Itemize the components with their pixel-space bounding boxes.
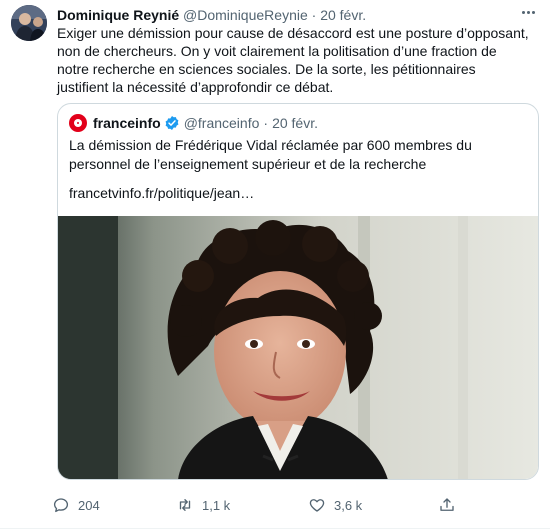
tweet-actions: 204 1,1 k 3,6 k (52, 494, 472, 516)
reply-button[interactable]: 204 (52, 494, 100, 516)
quoted-author-name[interactable]: franceinfo (93, 114, 161, 132)
reply-icon (53, 498, 69, 513)
quoted-date[interactable]: 20 févr. (272, 114, 318, 132)
author-name[interactable]: Dominique Reynié (57, 7, 179, 23)
retweet-icon (179, 499, 191, 511)
quoted-separator: · (263, 115, 269, 131)
reply-count: 204 (78, 497, 100, 513)
like-icon (309, 499, 325, 512)
quoted-link[interactable]: francetvinfo.fr/politique/jean… (69, 184, 254, 202)
quoted-author-handle[interactable]: @franceinfo (184, 114, 260, 132)
tweet-header: Dominique Reynié @DominiqueReynie · 20 f… (57, 6, 540, 24)
author-handle[interactable]: @DominiqueReynie (183, 7, 308, 23)
header-separator: · (311, 7, 317, 23)
tweet-date[interactable]: 20 févr. (320, 7, 366, 23)
quoted-text: La démission de Frédérique Vidal réclamé… (69, 137, 472, 172)
franceinfo-avatar[interactable] (69, 114, 87, 132)
quoted-photo[interactable] (58, 216, 538, 479)
more-icon[interactable] (514, 3, 542, 21)
tweet[interactable]: Dominique Reynié @DominiqueReynie · 20 f… (0, 0, 550, 529)
retweet-count: 1,1 k (202, 497, 231, 513)
share-icon (440, 498, 454, 511)
share-button[interactable] (438, 494, 464, 516)
author-avatar[interactable] (11, 5, 47, 41)
quoted-tweet[interactable]: franceinfo @franceinfo · 20 févr. La dém… (57, 103, 539, 480)
like-count: 3,6 k (334, 497, 363, 513)
verified-icon (165, 116, 179, 130)
retweet-button[interactable]: 1,1 k (176, 494, 230, 516)
tweet-text: Exiger une démission pour cause de désac… (57, 25, 529, 95)
quoted-header: franceinfo @franceinfo · 20 févr. (69, 114, 318, 132)
like-button[interactable]: 3,6 k (308, 494, 362, 516)
